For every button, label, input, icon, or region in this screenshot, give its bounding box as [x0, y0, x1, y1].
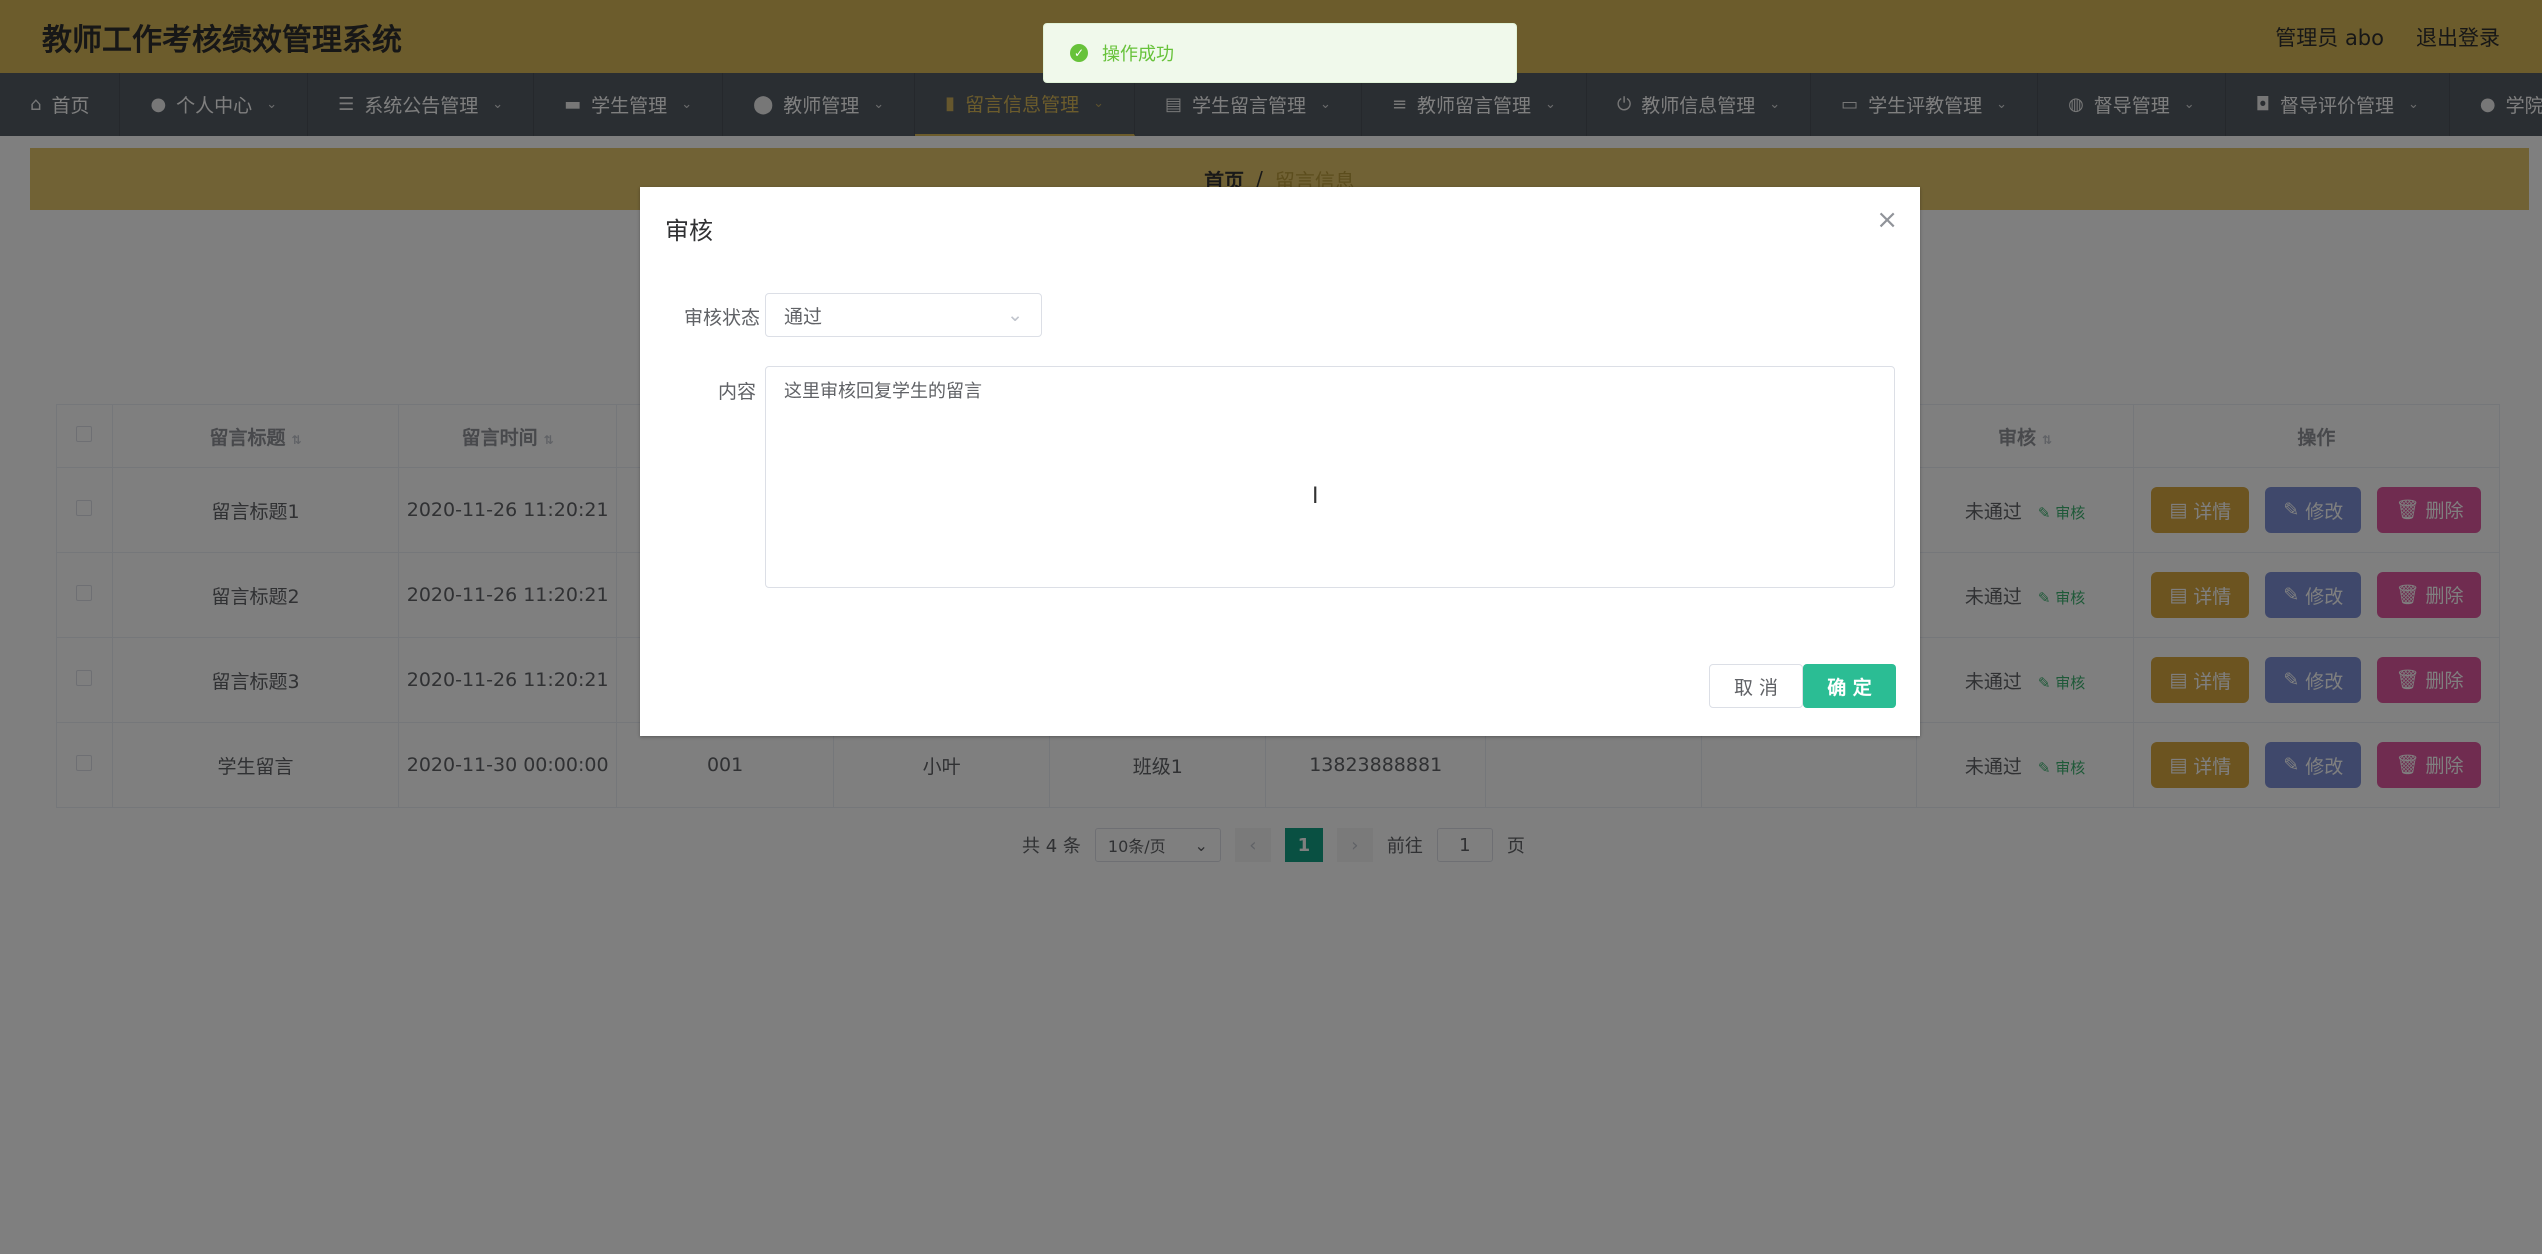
content-textarea[interactable]: 这里审核回复学生的留言	[765, 366, 1895, 588]
confirm-button[interactable]: 确 定	[1803, 664, 1896, 708]
chevron-down-icon: ⌄	[1007, 304, 1023, 326]
success-toast: ✓ 操作成功	[1043, 23, 1517, 83]
toast-message: 操作成功	[1102, 44, 1174, 65]
cancel-button[interactable]: 取 消	[1709, 664, 1803, 708]
dialog-title: 审核	[665, 217, 713, 245]
text-cursor-icon: I	[1312, 484, 1319, 509]
check-circle-icon: ✓	[1070, 44, 1088, 62]
status-select-value: 通过	[784, 305, 823, 328]
close-icon[interactable]: ×	[1876, 205, 1898, 235]
status-select[interactable]: 通过 ⌄	[765, 293, 1042, 337]
status-label: 审核状态	[683, 307, 760, 329]
content-label: 内容	[717, 381, 756, 403]
audit-dialog: 审核 × 审核状态 通过 ⌄ 内容 这里审核回复学生的留言 取 消 确 定	[640, 187, 1920, 736]
